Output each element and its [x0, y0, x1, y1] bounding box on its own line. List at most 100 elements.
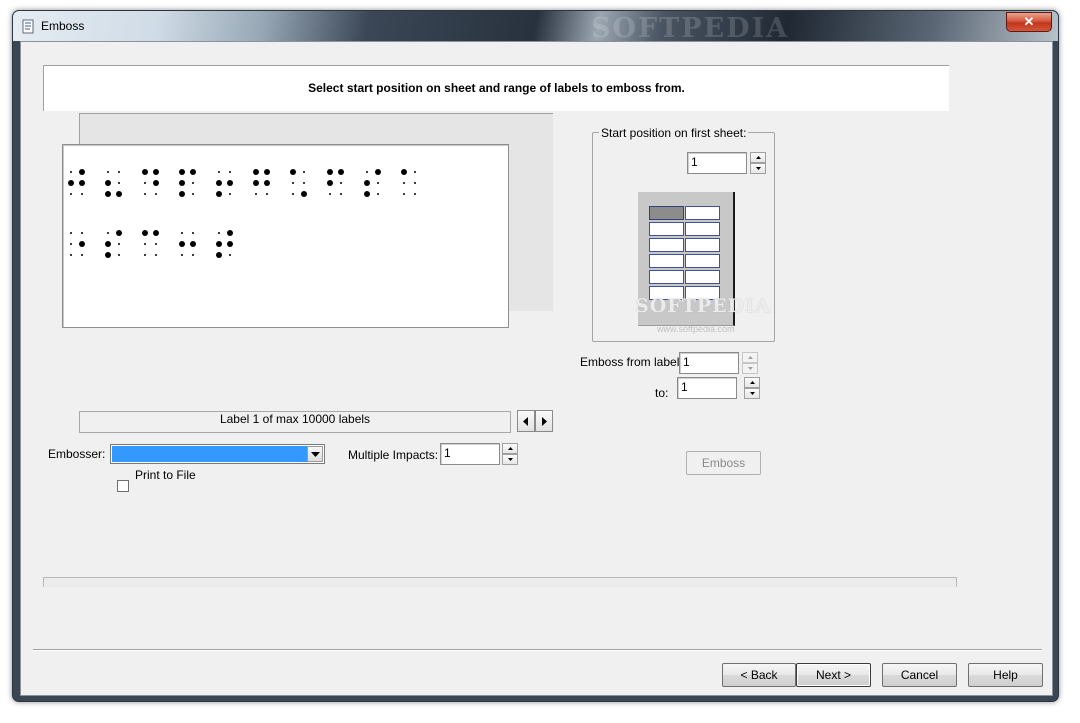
braille-dot-raised — [105, 252, 111, 258]
arrow-left-icon — [523, 417, 528, 426]
braille-dot-raised — [401, 169, 407, 175]
multiple-impacts-input[interactable]: 1 — [440, 443, 500, 465]
braille-dot-raised — [179, 169, 185, 175]
chevron-down-icon — [311, 452, 320, 457]
spin-down-button[interactable] — [744, 388, 760, 399]
braille-dot-raised — [216, 191, 222, 197]
embosser-dropdown-button[interactable] — [307, 446, 323, 462]
instruction-text: Select start position on sheet and range… — [308, 81, 685, 95]
sheet-label-cell[interactable] — [685, 238, 720, 252]
sheet-label-cell[interactable] — [685, 270, 720, 284]
emboss-to-input[interactable]: 1 — [677, 377, 737, 399]
print-to-file-checkbox[interactable] — [117, 480, 129, 492]
braille-dot-raised — [364, 180, 370, 186]
braille-dot-flat — [81, 193, 83, 195]
braille-dot-raised — [227, 230, 233, 236]
sheet-label-cell[interactable] — [649, 254, 684, 268]
spin-up-button[interactable] — [750, 152, 766, 163]
braille-dot-flat — [118, 171, 120, 173]
print-to-file-label: Print to File — [135, 468, 196, 482]
braille-dot-flat — [155, 193, 157, 195]
document-icon — [22, 19, 34, 34]
help-button[interactable]: Help — [968, 663, 1043, 687]
braille-dot-raised — [216, 252, 222, 258]
start-position-input[interactable]: 1 — [687, 152, 747, 174]
arrow-down-icon — [756, 167, 761, 170]
sheet-label-cell[interactable] — [649, 238, 684, 252]
close-button[interactable]: ✕ — [1006, 12, 1052, 32]
braille-dot-raised — [253, 180, 259, 186]
next-button[interactable]: Next > — [796, 663, 871, 687]
braille-dot-raised — [264, 169, 270, 175]
braille-dot-flat — [144, 243, 146, 245]
emboss-to-spinner[interactable] — [744, 377, 760, 399]
arrow-down-icon — [748, 367, 753, 370]
braille-dot-flat — [155, 254, 157, 256]
spin-up-button[interactable] — [742, 352, 758, 363]
sheet-label-cell[interactable] — [649, 206, 684, 220]
braille-dot-flat — [192, 232, 194, 234]
start-position-spinner[interactable] — [750, 152, 766, 174]
braille-dot-flat — [414, 182, 416, 184]
braille-dot-flat — [192, 193, 194, 195]
braille-dot-raised — [79, 180, 85, 186]
emboss-from-label: Emboss from label — [580, 355, 680, 369]
braille-dot-flat — [70, 243, 72, 245]
spin-up-button[interactable] — [744, 377, 760, 388]
braille-dot-flat — [292, 182, 294, 184]
sheet-label-cell[interactable] — [685, 254, 720, 268]
braille-dot-flat — [340, 182, 342, 184]
emboss-from-spinner[interactable] — [742, 352, 758, 374]
braille-dot-flat — [118, 182, 120, 184]
braille-dot-raised — [79, 241, 85, 247]
spin-down-button[interactable] — [750, 163, 766, 174]
braille-dot-flat — [266, 193, 268, 195]
sheet-label-cell[interactable] — [649, 222, 684, 236]
braille-dots — [68, 169, 416, 258]
dialog-client-area: Select start position on sheet and range… — [20, 41, 1053, 696]
braille-dot-raised — [68, 180, 74, 186]
spin-down-button[interactable] — [502, 454, 518, 465]
arrow-down-icon — [508, 458, 513, 461]
braille-dot-flat — [229, 193, 231, 195]
cancel-button[interactable]: Cancel — [882, 663, 957, 687]
braille-dot-raised — [216, 241, 222, 247]
braille-dot-flat — [81, 254, 83, 256]
sheet-label-cell[interactable] — [649, 270, 684, 284]
braille-dot-flat — [218, 232, 220, 234]
next-label-button[interactable] — [535, 410, 553, 432]
braille-dot-flat — [303, 171, 305, 173]
braille-preview — [62, 144, 509, 328]
emboss-from-input[interactable]: 1 — [679, 352, 739, 374]
braille-dot-raised — [153, 180, 159, 186]
progress-area — [43, 577, 957, 587]
braille-dot-flat — [403, 193, 405, 195]
braille-dot-raised — [179, 180, 185, 186]
sheet-label-cell[interactable] — [685, 206, 720, 220]
braille-dot-raised — [227, 180, 233, 186]
braille-dot-flat — [292, 193, 294, 195]
embosser-selected-value — [112, 446, 307, 462]
back-button[interactable]: < Back — [722, 663, 796, 687]
title-bar[interactable]: Emboss SOFTPEDIA ✕ — [13, 11, 1058, 44]
instruction-panel: Select start position on sheet and range… — [43, 65, 949, 111]
braille-dot-raised — [116, 191, 122, 197]
braille-dot-raised — [105, 191, 111, 197]
braille-dot-raised — [105, 180, 111, 186]
emboss-button[interactable]: Emboss — [686, 451, 761, 475]
embosser-select[interactable] — [110, 444, 325, 464]
sheet-label-cell[interactable] — [685, 222, 720, 236]
spin-down-button[interactable] — [742, 363, 758, 374]
braille-dot-flat — [144, 254, 146, 256]
braille-dot-raised — [153, 169, 159, 175]
multiple-impacts-spinner[interactable] — [502, 443, 518, 465]
previous-label-button[interactable] — [517, 410, 535, 432]
braille-dot-flat — [192, 254, 194, 256]
braille-dot-flat — [118, 254, 120, 256]
braille-dot-raised — [375, 169, 381, 175]
footer-divider — [33, 649, 1042, 651]
braille-dot-flat — [181, 254, 183, 256]
emboss-to-label: to: — [655, 386, 669, 400]
spin-up-button[interactable] — [502, 443, 518, 454]
arrow-up-icon — [750, 381, 755, 384]
